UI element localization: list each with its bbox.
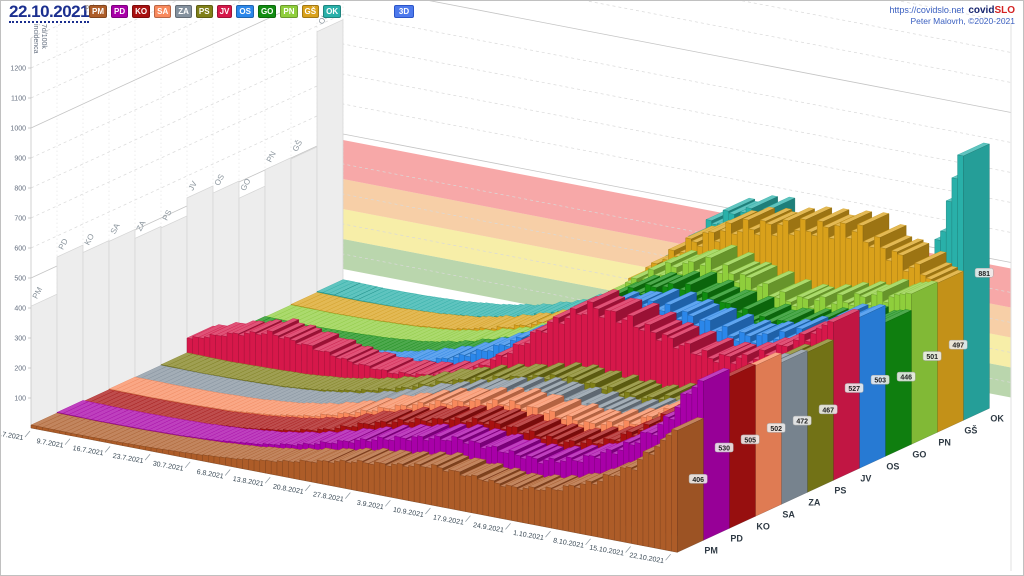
region-label-PN: PN — [938, 437, 951, 447]
date-tick-label: 8.10.2021 — [553, 537, 585, 549]
site-url-link[interactable]: https://covidslo.net — [889, 5, 964, 15]
date-tick-label: 22.10.2021 — [629, 552, 665, 565]
wall-label-PS: PS — [161, 208, 174, 222]
date-tick-label: 24.9.2021 — [472, 522, 504, 534]
value-chip-text: 497 — [952, 343, 964, 350]
y-tick-label: 300 — [14, 336, 26, 343]
legend-button-KO[interactable]: KO — [132, 5, 150, 18]
value-chip-text: 503 — [874, 378, 886, 385]
wall-bar-GŠ — [291, 147, 317, 308]
wall-label-ZA: ZA — [135, 219, 148, 233]
region-label-PS: PS — [834, 485, 846, 495]
covidslo-page: PMPDKOSAZAPSJVOSGOPNGŠOK1002003004005006… — [0, 0, 1024, 576]
site-links: https://covidslo.net covidSLO Peter Malo… — [889, 4, 1015, 26]
legend-button-PD[interactable]: PD — [111, 5, 128, 18]
wall-label-GO: GO — [239, 177, 253, 192]
region-label-OK: OK — [990, 413, 1004, 423]
legend-button-GO[interactable]: GO — [258, 5, 276, 18]
wall-bar-PN — [265, 158, 291, 320]
date-tick-label: 10.9.2021 — [392, 507, 424, 519]
y-tick-label: 900 — [14, 156, 26, 163]
y-tick-label: 1000 — [10, 126, 26, 133]
y-tick-label: 1100 — [11, 96, 26, 103]
wall-label-GŠ: GŠ — [291, 139, 304, 153]
wall-label-PN: PN — [265, 150, 278, 164]
legend-button-PS[interactable]: PS — [196, 5, 213, 18]
region-label-GO: GO — [912, 449, 926, 459]
value-chip-text: 406 — [692, 477, 704, 484]
wall-bar-PM — [31, 294, 57, 428]
value-chip-text: 467 — [822, 407, 834, 414]
value-chip-text: 502 — [770, 426, 782, 433]
value-chip-text: 501 — [926, 354, 938, 361]
value-chip-text: 527 — [848, 386, 860, 393]
date-tick-label: 27.8.2021 — [312, 491, 344, 503]
author-credit: Peter Malovrh, ©2020-2021 — [889, 16, 1015, 26]
legend-button-GŠ[interactable]: GŠ — [302, 5, 320, 18]
value-chip-text: 530 — [718, 446, 730, 453]
y-tick-label: 100 — [14, 396, 26, 403]
date-tick-label: 30.7.2021 — [152, 460, 184, 472]
wall-bar-ZA — [135, 226, 161, 380]
top-toolbar: 22.10.2021 pet PMPDKOSAZAPSJVOSGOPNGŠOK … — [1, 1, 1023, 25]
legend-button-SA[interactable]: SA — [154, 5, 171, 18]
value-chip-text: 446 — [900, 375, 912, 382]
wall-label-OS: OS — [213, 173, 226, 187]
y-tick-label: 700 — [14, 216, 26, 223]
date-tick-label: 16.7.2021 — [72, 445, 104, 457]
date-tick-label: 15.10.2021 — [589, 544, 625, 557]
region-label-ZA: ZA — [808, 497, 820, 507]
date-tick-label: 23.7.2021 — [112, 453, 144, 465]
region-label-JV: JV — [860, 473, 871, 483]
value-chip-text: 881 — [978, 271, 990, 278]
wall-bar-OK — [317, 20, 343, 296]
legend-button-OK[interactable]: OK — [323, 5, 341, 18]
region-label-OS: OS — [886, 461, 899, 471]
wall-label-PM: PM — [31, 285, 45, 300]
wall-bar-GO — [239, 186, 265, 332]
wall-bar-SA — [109, 229, 135, 392]
wall-label-JV: JV — [187, 179, 200, 192]
wall-label-SA: SA — [109, 221, 122, 235]
wall-label-PD: PD — [57, 237, 70, 251]
date-tick-label: 6.8.2021 — [196, 469, 224, 481]
date-tick-label: 1.10.2021 — [512, 530, 544, 542]
wall-bar-OS — [213, 181, 239, 344]
date-tick-label: 9.7.2021 — [36, 438, 64, 450]
legend-button-PN[interactable]: PN — [280, 5, 297, 18]
wall-bar-KO — [83, 241, 109, 405]
legend-button-JV[interactable]: JV — [217, 5, 233, 18]
y-tick-label: 800 — [14, 186, 26, 193]
date-tick-label: 20.8.2021 — [272, 484, 304, 496]
covid-3d-ribbon-chart: PMPDKOSAZAPSJVOSGOPNGŠOK1002003004005006… — [1, 1, 1024, 576]
region-label-KO: KO — [756, 521, 770, 531]
region-label-PM: PM — [704, 545, 718, 555]
y-axis-title: 7d/100k — [40, 24, 47, 49]
date-tick-label: 17.9.2021 — [432, 514, 464, 526]
legend-button-PM[interactable]: PM — [89, 5, 107, 18]
region-label-GŠ: GŠ — [964, 424, 977, 435]
value-chip-text: 505 — [744, 437, 756, 444]
legend-button-ZA[interactable]: ZA — [175, 5, 192, 18]
value-chip-text: 472 — [796, 419, 808, 426]
legend-button-OS[interactable]: OS — [236, 5, 254, 18]
date-tick-label: 2.7.2021 — [1, 430, 24, 442]
site-brand: covidSLO — [968, 5, 1015, 16]
mode-3d-button[interactable]: 3D — [394, 5, 414, 18]
region-label-PD: PD — [730, 533, 743, 543]
date-tick-label: 3.9.2021 — [356, 500, 384, 512]
wall-bar-PS — [161, 216, 187, 368]
y-tick-label: 400 — [14, 306, 26, 313]
wall-label-KO: KO — [83, 232, 96, 246]
y-tick-label: 600 — [14, 246, 26, 253]
y-axis-title: incidenca — [32, 24, 39, 54]
wall-bar-PD — [57, 245, 83, 416]
y-tick-label: 200 — [14, 366, 26, 373]
region-legend: PM PD KO SA ZA PS JVOS GO PN GŠOK — [89, 5, 341, 18]
current-date[interactable]: 22.10.2021 — [9, 3, 89, 23]
y-tick-label: 1200 — [10, 66, 26, 73]
y-tick-label: 500 — [14, 276, 26, 283]
region-label-SA: SA — [782, 509, 795, 519]
date-tick-label: 13.8.2021 — [232, 476, 264, 488]
